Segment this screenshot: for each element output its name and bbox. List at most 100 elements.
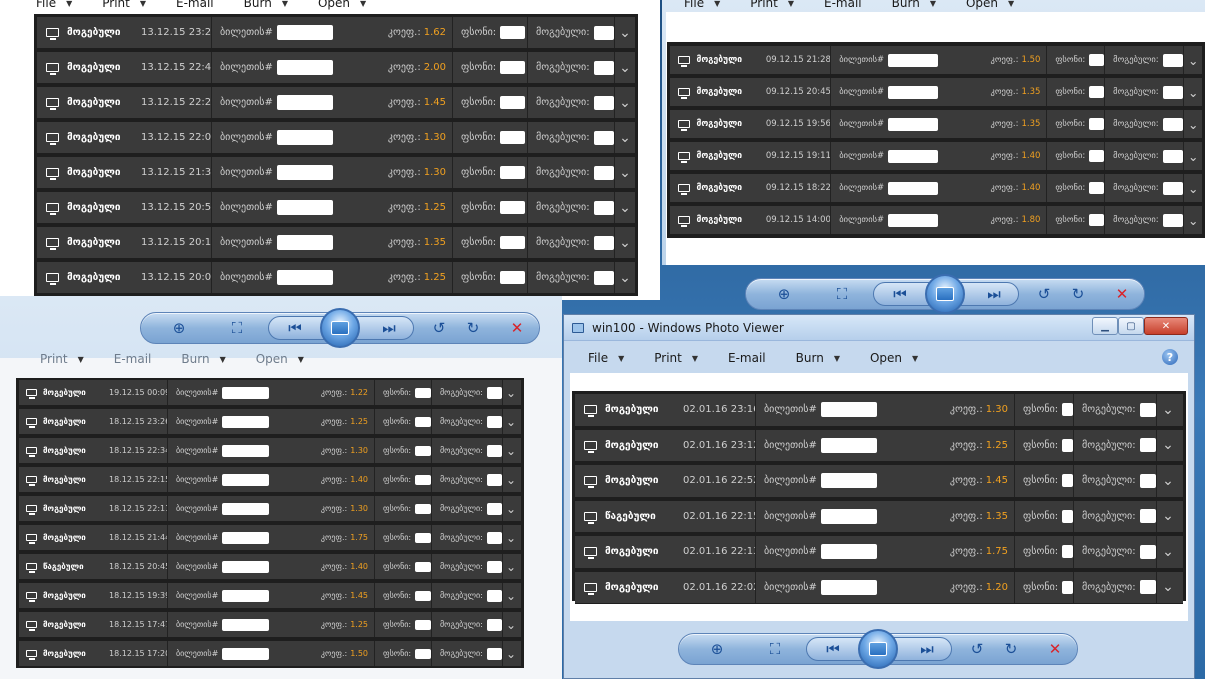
expand-chevron-icon[interactable]: ⌄	[503, 415, 519, 429]
expand-chevron-icon[interactable]: ⌄	[1157, 544, 1179, 560]
bet-row[interactable]: მოგებული 18.12.15 23:26 ბილეთის# კოეფ.: 1.25…	[19, 409, 521, 435]
bet-row[interactable]: მოგებული 02.01.16 23:12 ბილეთის# კოეფ.: 1.25…	[575, 429, 1183, 462]
expand-chevron-icon[interactable]: ⌄	[503, 502, 519, 516]
expand-chevron-icon[interactable]: ⌄	[503, 531, 519, 545]
bet-row[interactable]: მოგებული 18.12.15 17:47 ბილეთის# კოეფ.: 1.25…	[19, 612, 521, 638]
bet-row[interactable]: წაგებული 18.12.15 20:45 ბილეთის# კოეფ.: 1.40…	[19, 554, 521, 580]
expand-chevron-icon[interactable]: ⌄	[615, 200, 635, 216]
bet-row[interactable]: მოგებული 13.12.15 20:11 ბილეთის# კოეფ.: 1.35…	[37, 227, 635, 259]
expand-chevron-icon[interactable]: ⌄	[1157, 437, 1179, 453]
bet-row[interactable]: მოგებული 02.01.16 23:16 ბილეთის# კოეფ.: 1.30…	[575, 394, 1183, 427]
bet-row[interactable]: მოგებული 18.12.15 22:15 ბილეთის# კოეფ.: 1.40…	[19, 467, 521, 493]
delete-icon[interactable]: ✕	[506, 317, 528, 339]
next-icon[interactable]: ⏭	[983, 283, 1005, 305]
menu-open[interactable]: Open ▼	[966, 0, 1026, 10]
fit-window-icon[interactable]: ⛶	[226, 317, 248, 339]
previous-icon[interactable]: ⏮	[889, 283, 911, 305]
expand-chevron-icon[interactable]: ⌄	[503, 386, 519, 400]
menu-email[interactable]: E-mail	[176, 0, 226, 10]
slideshow-button[interactable]	[925, 274, 965, 314]
rotate-right-icon[interactable]: ↻	[462, 317, 484, 339]
previous-icon[interactable]: ⏮	[284, 317, 306, 339]
menu-burn[interactable]: Burn ▼	[892, 0, 948, 10]
expand-chevron-icon[interactable]: ⌄	[503, 473, 519, 487]
bet-row[interactable]: მოგებული 13.12.15 20:05 ბილეთის# კოეფ.: 1.25…	[37, 262, 635, 294]
expand-chevron-icon[interactable]: ⌄	[615, 165, 635, 181]
bet-row[interactable]: მოგებული 13.12.15 22:06 ბილეთის# კოეფ.: 1.30…	[37, 122, 635, 154]
previous-icon[interactable]: ⏮	[822, 638, 844, 660]
bet-row[interactable]: მოგებული 18.12.15 19:39 ბილეთის# კოეფ.: 1.45…	[19, 583, 521, 609]
bet-row[interactable]: მოგებული 18.12.15 21:44 ბილეთის# კოეფ.: 1.75…	[19, 525, 521, 551]
bet-row[interactable]: მოგებული 09.12.15 14:00 ბილეთის# კოეფ.: 1.80…	[670, 206, 1202, 235]
expand-chevron-icon[interactable]: ⌄	[1184, 213, 1202, 228]
expand-chevron-icon[interactable]: ⌄	[1157, 579, 1179, 595]
expand-chevron-icon[interactable]: ⌄	[503, 647, 519, 661]
expand-chevron-icon[interactable]: ⌄	[615, 270, 635, 286]
bet-row[interactable]: მოგებული 02.01.16 22:13 ბილეთის# კოეფ.: 1.75…	[575, 536, 1183, 569]
expand-chevron-icon[interactable]: ⌄	[1184, 85, 1202, 100]
bet-row[interactable]: მოგებული 09.12.15 20:45 ბილეთის# კოეფ.: 1.35…	[670, 78, 1202, 107]
minimize-button[interactable]: ▁	[1092, 317, 1118, 335]
expand-chevron-icon[interactable]: ⌄	[1184, 117, 1202, 132]
bet-row[interactable]: მოგებული 13.12.15 23:22 ბილეთის# კოეფ.: 1.62…	[37, 17, 635, 49]
menu-email[interactable]: E-mail	[114, 352, 164, 366]
delete-icon[interactable]: ✕	[1111, 283, 1133, 305]
menu-print[interactable]: Print ▼	[654, 351, 710, 365]
bet-row[interactable]: მოგებული 13.12.15 22:42 ბილეთის# კოეფ.: 2.00…	[37, 52, 635, 84]
bet-row[interactable]: მოგებული 02.01.16 22:02 ბილეთის# კოეფ.: 1.20…	[575, 571, 1183, 604]
bet-row[interactable]: მოგებული 09.12.15 18:22 ბილეთის# კოეფ.: 1.40…	[670, 174, 1202, 203]
bet-row[interactable]: მოგებული 13.12.15 21:36 ბილეთის# კოეფ.: 1.30…	[37, 157, 635, 189]
expand-chevron-icon[interactable]: ⌄	[615, 25, 635, 41]
rotate-right-icon[interactable]: ↻	[1000, 638, 1022, 660]
zoom-icon[interactable]: ⊕	[706, 638, 728, 660]
bet-row[interactable]: მოგებული 18.12.15 17:20 ბილეთის# კოეფ.: 1.50…	[19, 641, 521, 667]
bet-row[interactable]: მოგებული 18.12.15 22:34 ბილეთის# კოეფ.: 1.30…	[19, 438, 521, 464]
menu-file[interactable]: File ▼	[684, 0, 732, 10]
expand-chevron-icon[interactable]: ⌄	[1184, 181, 1202, 196]
rotate-right-icon[interactable]: ↻	[1067, 283, 1089, 305]
bet-row[interactable]: მოგებული 09.12.15 21:28 ბილეთის# კოეფ.: 1.50…	[670, 46, 1202, 75]
bet-row[interactable]: მოგებული 13.12.15 22:22 ბილეთის# კოეფ.: 1.45…	[37, 87, 635, 119]
menu-file[interactable]: File ▼	[588, 351, 636, 365]
zoom-icon[interactable]: ⊕	[168, 317, 190, 339]
expand-chevron-icon[interactable]: ⌄	[503, 589, 519, 603]
menu-file[interactable]: File ▼	[36, 0, 84, 10]
rotate-left-icon[interactable]: ↺	[428, 317, 450, 339]
bet-row[interactable]: წაგებული 02.01.16 22:15 ბილეთის# კოეფ.: 1.35…	[575, 500, 1183, 533]
menu-print[interactable]: Print ▼	[102, 0, 158, 10]
menu-print[interactable]: Print ▼	[750, 0, 806, 10]
expand-chevron-icon[interactable]: ⌄	[1184, 53, 1202, 68]
expand-chevron-icon[interactable]: ⌄	[1157, 402, 1179, 418]
help-icon[interactable]: ?	[1162, 349, 1178, 365]
close-button[interactable]: ✕	[1144, 317, 1188, 335]
fit-window-icon[interactable]: ⛶	[764, 638, 786, 660]
slideshow-button[interactable]	[858, 629, 898, 669]
menu-burn[interactable]: Burn ▼	[181, 352, 237, 366]
bet-row[interactable]: მოგებული 02.01.16 22:52 ბილეთის# კოეფ.: 1.45…	[575, 465, 1183, 498]
bet-row[interactable]: მოგებული 18.12.15 22:11 ბილეთის# კოეფ.: 1.30…	[19, 496, 521, 522]
zoom-icon[interactable]: ⊕	[773, 283, 795, 305]
bet-row[interactable]: მოგებული 09.12.15 19:11 ბილეთის# კოეფ.: 1.40…	[670, 142, 1202, 171]
rotate-left-icon[interactable]: ↺	[966, 638, 988, 660]
menu-burn[interactable]: Burn ▼	[796, 351, 852, 365]
next-icon[interactable]: ⏭	[378, 317, 400, 339]
rotate-left-icon[interactable]: ↺	[1033, 283, 1055, 305]
menu-open[interactable]: Open ▼	[318, 0, 378, 10]
expand-chevron-icon[interactable]: ⌄	[615, 130, 635, 146]
menu-email[interactable]: E-mail	[824, 0, 874, 10]
menu-open[interactable]: Open ▼	[870, 351, 930, 365]
expand-chevron-icon[interactable]: ⌄	[503, 618, 519, 632]
expand-chevron-icon[interactable]: ⌄	[503, 444, 519, 458]
bet-row[interactable]: მოგებული 19.12.15 00:09 ბილეთის# კოეფ.: 1.22…	[19, 380, 521, 406]
bet-row[interactable]: მოგებული 13.12.15 20:58 ბილეთის# კოეფ.: 1.25…	[37, 192, 635, 224]
expand-chevron-icon[interactable]: ⌄	[615, 60, 635, 76]
expand-chevron-icon[interactable]: ⌄	[615, 95, 635, 111]
expand-chevron-icon[interactable]: ⌄	[503, 560, 519, 574]
maximize-button[interactable]: ▢	[1118, 317, 1144, 335]
menu-email[interactable]: E-mail	[728, 351, 778, 365]
menu-open[interactable]: Open ▼	[256, 352, 316, 366]
fit-window-icon[interactable]: ⛶	[831, 283, 853, 305]
expand-chevron-icon[interactable]: ⌄	[615, 235, 635, 251]
bet-row[interactable]: მოგებული 09.12.15 19:56 ბილეთის# კოეფ.: 1.35…	[670, 110, 1202, 139]
expand-chevron-icon[interactable]: ⌄	[1157, 508, 1179, 524]
